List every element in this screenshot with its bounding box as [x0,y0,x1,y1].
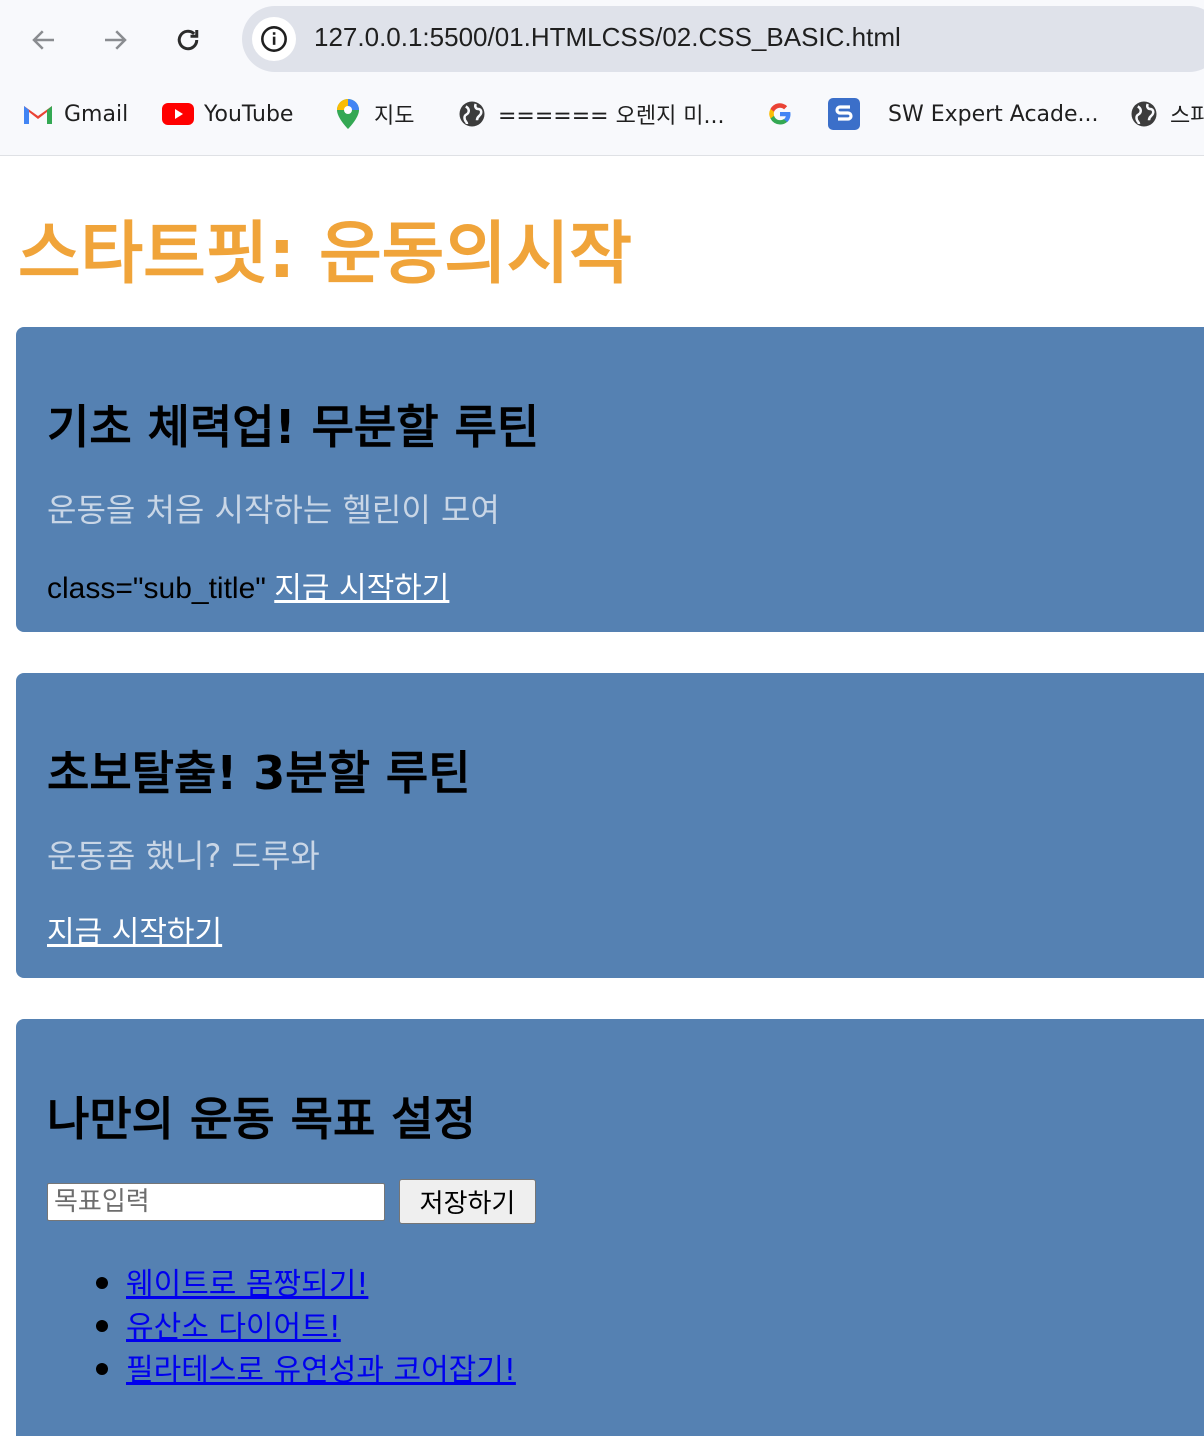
google-icon [764,98,796,130]
reload-icon [177,29,199,51]
card-heading: 기초 체력업! 무분할 루틴 [47,400,540,454]
bookmark-label: 지도 [374,104,415,129]
start-now-link[interactable]: 지금 시작하기 [47,915,222,950]
goal-list: 웨이트로 몸짱되기! 유산소 다이어트! 필라테스로 유연성과 코어잡기! [96,1259,516,1388]
card-heading: 초보탈출! 3분할 루틴 [47,746,471,800]
youtube-icon [162,98,194,130]
maps-icon [332,98,364,130]
back-button[interactable] [26,22,62,58]
card-action-line: 지금 시작하기 [47,907,222,951]
card-description: 운동좀 했니? 드루와 [47,837,320,875]
bookmark-gmail[interactable]: Gmail [22,96,128,132]
bookmark-orange[interactable]: ====== 오렌지 미... [456,96,725,132]
reload-button[interactable] [170,22,206,58]
sub-title-text: class="sub_title" [47,572,275,605]
browser-chrome: 127.0.0.1:5500/01.HTMLCSS/02.CSS_BASIC.h… [0,0,1204,156]
gmail-icon [22,98,54,130]
bookmark-label: ====== 오렌지 미... [498,104,725,129]
goal-link[interactable]: 웨이트로 몸짱되기! [126,1267,368,1302]
arrow-left-icon [32,30,54,50]
bookmark-maps[interactable]: 지도 [332,96,414,132]
bookmark-spa[interactable]: 스파 [1128,96,1204,132]
list-item: 웨이트로 몸짱되기! [96,1259,516,1302]
card-description: 운동을 처음 시작하는 헬린이 모여 [47,491,500,529]
url-text[interactable]: 127.0.0.1:5500/01.HTMLCSS/02.CSS_BASIC.h… [314,22,901,53]
page-content: 스타트핏: 운동의시작 기초 체력업! 무분할 루틴 운동을 처음 시작하는 헬… [0,156,1204,1436]
bookmark-google[interactable] [764,96,806,132]
bookmark-swea[interactable]: SW Expert Acade... [828,96,1099,132]
start-now-link[interactable]: 지금 시작하기 [274,571,449,606]
forward-button[interactable] [97,22,133,58]
goal-link[interactable]: 필라테스로 유연성과 코어잡기! [126,1353,516,1388]
list-item: 필라테스로 유연성과 코어잡기! [96,1345,516,1388]
site-info-icon[interactable] [252,17,296,61]
bookmark-youtube[interactable]: YouTube [162,96,293,132]
page-title: 스타트핏: 운동의시작 [18,215,632,294]
globe-icon [456,98,488,130]
list-item: 유산소 다이어트! [96,1302,516,1345]
goal-input[interactable] [47,1183,385,1221]
address-bar[interactable]: 127.0.0.1:5500/01.HTMLCSS/02.CSS_BASIC.h… [242,6,1204,72]
swea-icon [828,98,860,130]
bookmarks-bar: Gmail YouTube 지도 ====== 오렌지 미... SW Expe… [0,88,1204,140]
save-button[interactable]: 저장하기 [399,1179,536,1224]
goal-link[interactable]: 유산소 다이어트! [126,1310,341,1345]
goal-heading: 나만의 운동 목표 설정 [47,1092,476,1146]
routine-card-basic: 기초 체력업! 무분할 루틴 운동을 처음 시작하는 헬린이 모여 class=… [16,327,1204,632]
bookmark-label: SW Expert Acade... [888,101,1099,127]
bookmark-label: 스파 [1170,104,1204,129]
globe-icon [1128,98,1160,130]
arrow-right-icon [105,30,127,50]
goal-card: 나만의 운동 목표 설정 저장하기 웨이트로 몸짱되기! 유산소 다이어트! 필… [16,1019,1204,1436]
bookmark-label: Gmail [64,101,129,127]
card-action-line: class="sub_title" 지금 시작하기 [47,563,449,607]
bookmark-label: YouTube [204,101,294,127]
routine-card-split: 초보탈출! 3분할 루틴 운동좀 했니? 드루와 지금 시작하기 [16,673,1204,978]
